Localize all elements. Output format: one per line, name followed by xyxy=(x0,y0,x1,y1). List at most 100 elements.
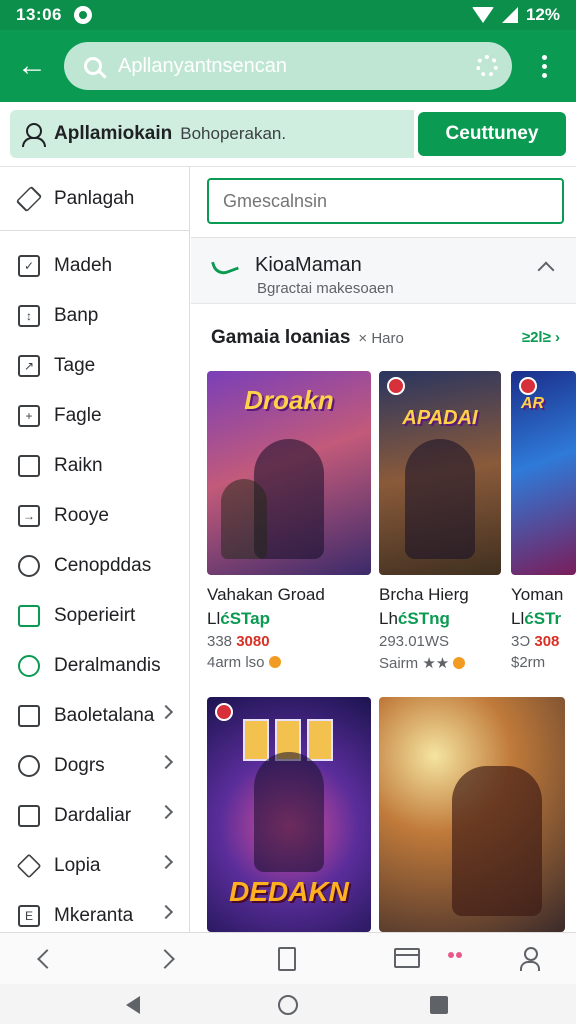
bookmark-icon: ✓ xyxy=(18,255,40,277)
chevron-right-icon xyxy=(158,754,174,770)
sidebar-list: ✓ Madeh ↕ Banp ↗ Tage + Fagle Raikn → Rooye C… xyxy=(0,231,189,941)
status-indicators: 12% xyxy=(471,5,560,25)
pencil-icon xyxy=(15,185,43,212)
sidebar-item[interactable]: ✓ Madeh xyxy=(0,241,189,291)
game-meta: $2rm xyxy=(511,654,546,671)
profile-icon[interactable] xyxy=(520,947,540,971)
sidebar-item[interactable]: Cenopddas xyxy=(0,541,189,591)
hero-figure xyxy=(254,752,324,872)
file-icon: + xyxy=(18,405,40,427)
continue-button[interactable]: Ceuttuney xyxy=(418,112,566,156)
chevron-right-icon xyxy=(158,704,174,720)
system-navigation xyxy=(0,984,576,1024)
clock-icon xyxy=(18,555,40,577)
page-icon xyxy=(18,455,40,477)
badge-icon xyxy=(519,377,537,395)
clipboard-icon[interactable] xyxy=(278,947,296,971)
sidebar-item-label: Rooye xyxy=(54,505,109,526)
user-icon xyxy=(22,123,46,147)
shield-icon xyxy=(18,605,40,627)
search-bar[interactable]: Apllanyantnsencan xyxy=(64,42,512,90)
sidebar-item-label: Mkeranta xyxy=(54,905,134,926)
search-input[interactable] xyxy=(207,178,564,224)
briefcase-icon xyxy=(18,705,40,727)
sidebar-item[interactable]: Soperieirt xyxy=(0,591,189,641)
cover-title: Droakn xyxy=(244,385,334,415)
tabs-icon[interactable] xyxy=(394,948,420,968)
arrow-left-icon: ← xyxy=(17,49,47,82)
sidebar-item[interactable]: → Rooye xyxy=(0,491,189,541)
game-price: 3Ɔ 308 xyxy=(511,633,560,650)
game-studio: LlćSTap xyxy=(207,609,270,628)
signal-icon xyxy=(501,7,518,23)
sidebar-item[interactable]: Deralmandis xyxy=(0,641,189,691)
sidebar-item[interactable]: Raikn xyxy=(0,441,189,491)
game-card[interactable]: Droakn Vahakan Groad LlćSTap 338 3080 4a… xyxy=(207,371,371,671)
chevron-up-icon[interactable] xyxy=(537,261,555,279)
game-name: Vahakan Groad xyxy=(207,585,325,604)
system-home-icon[interactable] xyxy=(278,995,298,1015)
sidebar-item[interactable]: Dogrs xyxy=(0,741,189,791)
badge-icon xyxy=(215,703,233,721)
system-back-icon[interactable] xyxy=(126,996,140,1014)
sidebar-item[interactable]: + Fagle xyxy=(0,391,189,441)
game-price: 293.01WS xyxy=(379,633,450,650)
game-studio: LhćSTng xyxy=(379,609,450,628)
sidebar: Panlagah ✓ Madeh ↕ Banp ↗ Tage + Fagle Raikn… xyxy=(0,167,190,932)
more-options-button[interactable] xyxy=(512,30,576,102)
game-card[interactable] xyxy=(379,697,565,932)
sidebar-item[interactable]: ↗ Tage xyxy=(0,341,189,391)
sidebar-item[interactable]: Lopia xyxy=(0,841,189,891)
battery-level: 12% xyxy=(525,5,560,24)
app-bar: ← Apllanyantnsencan xyxy=(0,30,576,102)
sidebar-item-label: Soperieirt xyxy=(54,605,136,626)
sidebar-item[interactable]: Dardaliar xyxy=(0,791,189,841)
game-card[interactable]: APADAI Brcha Hierg LhćSTng 293.01WS Sair… xyxy=(379,371,501,672)
see-more-link[interactable]: ≥2l≥ › xyxy=(522,329,560,346)
game-card[interactable]: DEDAKN xyxy=(207,697,371,932)
section-title: KioaMaman xyxy=(255,254,362,276)
see-more-label: ≥2l≥ xyxy=(521,329,551,346)
sidebar-header-label: Panlagah xyxy=(54,187,135,209)
game-price: 338 3080 xyxy=(207,633,270,650)
dot-icon xyxy=(541,72,547,78)
game-card[interactable]: AR Yoman LlćSTr 3Ɔ 308 $2rm xyxy=(511,371,576,671)
gear-icon[interactable] xyxy=(476,55,498,77)
back-button[interactable]: ← xyxy=(0,30,64,102)
hero-figure xyxy=(221,479,268,559)
chevron-right-icon[interactable] xyxy=(155,949,175,969)
badge-icon xyxy=(387,377,405,395)
hero-figure xyxy=(452,766,542,916)
sidebar-item-label: Dardaliar xyxy=(54,805,132,826)
tag-icon: ↗ xyxy=(18,355,40,377)
chevron-right-icon xyxy=(158,904,174,920)
sidebar-header[interactable]: Panlagah xyxy=(0,167,189,231)
cover-title: APADAI xyxy=(402,407,478,429)
sidebar-item-label: Baoletalana xyxy=(54,705,155,726)
system-recents-icon[interactable] xyxy=(430,996,448,1014)
games-subtitle: Haro xyxy=(371,330,404,347)
game-meta: 4arm lso xyxy=(207,654,371,671)
chevron-left-icon[interactable] xyxy=(37,949,57,969)
game-name: Yoman xyxy=(511,585,564,604)
notification-icon xyxy=(73,6,92,24)
status-time: 13:06 xyxy=(16,5,62,24)
search-icon xyxy=(18,755,40,777)
sidebar-item-label: Deralmandis xyxy=(54,655,161,676)
folder-icon: → xyxy=(18,505,40,527)
cover-title: AR xyxy=(521,395,545,412)
games-title: Gamaia loanias xyxy=(211,327,351,348)
hero-figure xyxy=(405,439,475,559)
download-icon: ↕ xyxy=(18,305,40,327)
search-text: Apllanyantnsencan xyxy=(118,54,288,77)
sidebar-item-label: Raikn xyxy=(54,455,103,476)
games-heading: Gamaia loanias × Haro xyxy=(211,327,404,348)
game-name: Brcha Hierg xyxy=(379,585,469,604)
section-header[interactable]: KioaMaman Bgractai makesoaen xyxy=(191,238,576,304)
sidebar-item[interactable]: ↕ Banp xyxy=(0,291,189,341)
chevron-right-icon xyxy=(158,854,174,870)
game-cover: AR xyxy=(511,371,576,575)
sidebar-item[interactable]: Baoletalana xyxy=(0,691,189,741)
main-content: KioaMaman Bgractai makesoaen Gamaia loan… xyxy=(191,167,576,932)
sidebar-item-label: Lopia xyxy=(54,855,101,876)
